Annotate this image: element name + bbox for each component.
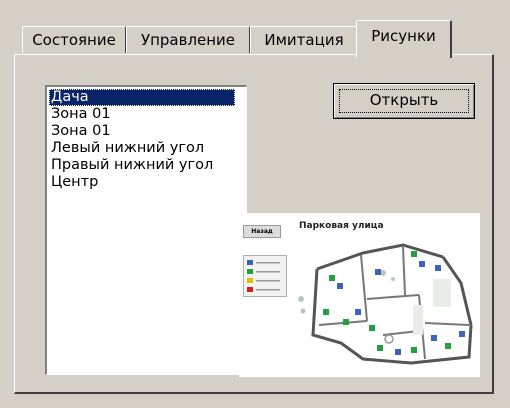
tab-status[interactable]: Состояние xyxy=(22,26,126,53)
list-item[interactable]: Зона 01 xyxy=(49,106,246,123)
floor-plan-image xyxy=(298,243,473,365)
preview-legend xyxy=(243,255,287,297)
list-item[interactable]: Левый нижний угол xyxy=(49,140,246,157)
images-listbox[interactable]: Дача Зона 01 Зона 01 Левый нижний угол П… xyxy=(45,85,247,375)
picture-preview: Назад Парковая улица xyxy=(239,213,480,377)
preview-title: Парковая улица xyxy=(299,221,384,231)
tab-pictures[interactable]: Рисунки xyxy=(356,20,452,58)
list-item[interactable]: Дача xyxy=(49,89,235,106)
list-item[interactable]: Зона 01 xyxy=(49,123,246,140)
list-item[interactable]: Правый нижний угол xyxy=(49,157,246,174)
open-button[interactable]: Открыть xyxy=(333,83,475,119)
dialog-window: Состояние Управление Имитация Рисунки Да… xyxy=(0,0,510,408)
tab-page-pictures: Дача Зона 01 Зона 01 Левый нижний угол П… xyxy=(14,54,494,394)
tab-control[interactable]: Управление xyxy=(126,26,250,53)
list-item[interactable]: Центр xyxy=(49,174,246,191)
tab-simulation[interactable]: Имитация xyxy=(250,26,358,53)
preview-back-button: Назад xyxy=(243,225,281,238)
